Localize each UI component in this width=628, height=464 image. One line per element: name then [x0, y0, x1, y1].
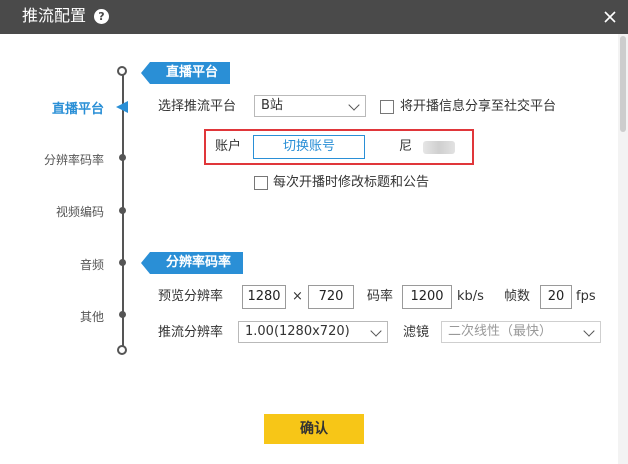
close-icon[interactable]: [600, 7, 620, 27]
preview-width-input[interactable]: 1280: [242, 285, 286, 309]
help-icon[interactable]: ?: [94, 9, 109, 24]
platform-select-value: B站: [261, 98, 283, 113]
platform-select-label: 选择推流平台: [158, 99, 237, 114]
timeline-end-node: [117, 345, 127, 355]
bitrate-unit: kb/s: [457, 289, 484, 304]
preview-resolution-label: 预览分辨率: [158, 289, 224, 304]
preview-height-input[interactable]: 720: [308, 285, 354, 309]
stream-resolution-label: 推流分辨率: [158, 325, 224, 340]
edit-title-checkbox[interactable]: [254, 176, 268, 190]
platform-select[interactable]: B站: [254, 95, 366, 117]
nav-item-platform[interactable]: 直播平台: [18, 98, 104, 117]
fps-label: 帧数: [504, 289, 531, 304]
share-social-checkbox[interactable]: [380, 100, 394, 114]
timeline-start-node: [117, 66, 127, 76]
nav-item-resolution[interactable]: 分辨率码率: [18, 151, 104, 168]
account-name: 尼: [399, 139, 413, 154]
filter-label: 滤镜: [403, 325, 430, 340]
scrollbar-thumb[interactable]: [620, 36, 626, 132]
fps-input[interactable]: 20: [540, 285, 572, 309]
timeline-node-video: [119, 207, 126, 214]
window-title: 推流配置: [22, 6, 87, 25]
stream-resolution-select[interactable]: 1.00(1280x720): [238, 321, 388, 343]
share-social-label: 将开播信息分享至社交平台: [400, 99, 557, 114]
nav-item-audio[interactable]: 音频: [18, 256, 104, 273]
bitrate-label: 码率: [367, 289, 394, 304]
fps-unit: fps: [576, 289, 596, 304]
nav-item-other[interactable]: 其他: [18, 308, 104, 325]
timeline-node-other: [119, 311, 126, 318]
times-sign: ×: [292, 289, 303, 304]
chevron-down-icon: [348, 99, 360, 111]
filter-select[interactable]: 二次线性（最快）: [441, 321, 601, 343]
account-name-redacted: [423, 141, 455, 154]
bitrate-input[interactable]: 1200: [402, 285, 452, 309]
account-label: 账户: [215, 139, 242, 154]
edit-title-label: 每次开播时修改标题和公告: [273, 175, 430, 190]
stream-resolution-value: 1.00(1280x720): [245, 324, 350, 339]
timeline-node-resolution: [119, 154, 126, 161]
nav-active-pointer: [116, 101, 128, 113]
chevron-down-icon: [370, 325, 382, 337]
filter-select-value: 二次线性（最快）: [448, 324, 553, 339]
timeline-node-audio: [119, 259, 126, 266]
nav-item-video-encoding[interactable]: 视频编码: [18, 203, 104, 220]
title-bar: 推流配置 ?: [0, 0, 628, 34]
section-heading-platform: 直播平台: [140, 62, 231, 84]
switch-account-button[interactable]: 切换账号: [253, 135, 365, 159]
section-heading-resolution: 分辨率码率: [140, 252, 244, 274]
confirm-button[interactable]: 确认: [264, 414, 364, 444]
chevron-down-icon: [583, 325, 595, 337]
vertical-scrollbar[interactable]: [618, 34, 628, 464]
